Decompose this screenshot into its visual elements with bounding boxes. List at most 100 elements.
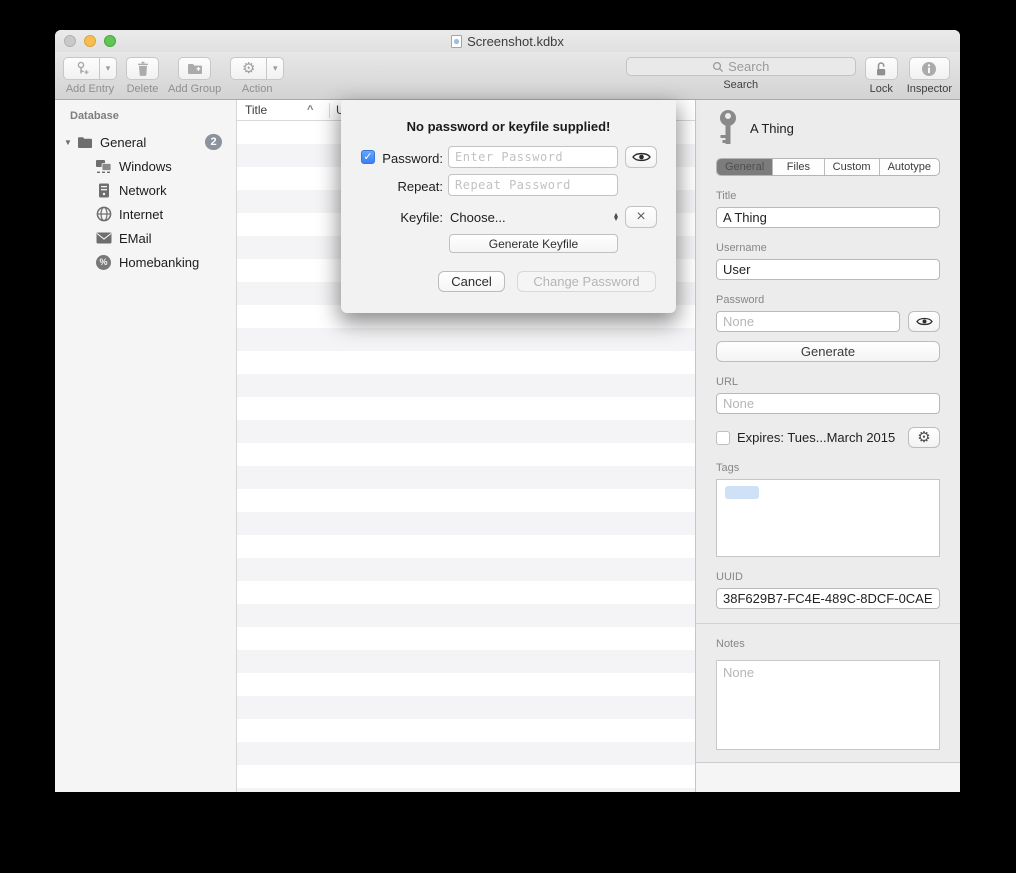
document-icon [451, 35, 462, 48]
app-window: Screenshot.kdbx ▾ Add Entry Delete [55, 30, 960, 792]
entry-title: A Thing [750, 121, 794, 136]
inspector-group: Inspector [907, 57, 952, 95]
sidebar-item-internet[interactable]: Internet [55, 202, 236, 226]
change-password-button[interactable]: Change Password [517, 271, 656, 292]
action-dropdown-button[interactable]: ▾ [267, 57, 284, 80]
generate-password-button[interactable]: Generate [716, 341, 940, 362]
sidebar-item-homebanking[interactable]: % Homebanking [55, 250, 236, 274]
stepper-icon: ▴▾ [614, 213, 618, 222]
add-group-label: Add Group [168, 83, 221, 95]
repeat-password-input[interactable] [448, 174, 618, 196]
repeat-label: Repeat: [341, 179, 443, 194]
add-entry-group: ▾ Add Entry [63, 57, 117, 95]
add-group-button[interactable] [178, 57, 211, 80]
lock-label: Lock [870, 83, 893, 95]
sort-ascending-icon: ^ [307, 104, 323, 116]
uuid-field[interactable] [716, 588, 940, 609]
reveal-password-button[interactable] [908, 311, 940, 332]
tab-autotype[interactable]: Autotype [880, 159, 939, 175]
tab-general[interactable]: General [717, 159, 773, 175]
gear-icon: ⚙ [242, 61, 255, 76]
username-field[interactable] [716, 259, 940, 280]
inspector-tabs: General Files Custom Autotype [716, 158, 940, 176]
uuid-field-label: UUID [716, 571, 940, 583]
inspector-footer [696, 762, 960, 792]
percent-circle-icon: % [95, 254, 112, 271]
lock-button[interactable] [865, 57, 898, 80]
action-button[interactable]: ⚙ [230, 57, 267, 80]
expires-settings-button[interactable]: ⚙ [908, 427, 940, 448]
add-entry-label: Add Entry [66, 83, 114, 95]
folder-plus-icon [187, 62, 203, 76]
notes-field-label: Notes [716, 638, 940, 650]
disclosure-triangle-icon[interactable]: ▼ [60, 138, 76, 147]
window-title-area: Screenshot.kdbx [55, 34, 960, 49]
inspector-button[interactable] [909, 57, 950, 80]
sidebar-group-general[interactable]: ▼ General 2 [55, 130, 236, 154]
folder-icon [76, 134, 93, 151]
inspector-divider [696, 623, 960, 624]
inspector-label: Inspector [907, 83, 952, 95]
search-group: Search Search [626, 57, 856, 91]
chevron-down-icon: ▾ [106, 63, 111, 74]
enter-password-input[interactable] [448, 146, 618, 168]
key-icon [716, 109, 740, 147]
warning-message: No password or keyfile supplied! [341, 119, 676, 134]
action-label: Action [242, 83, 273, 95]
tab-files[interactable]: Files [773, 159, 825, 175]
expires-label: Expires: Tues...March 2015 [737, 430, 895, 445]
clear-keyfile-button[interactable]: × [625, 206, 657, 228]
keyfile-popup[interactable]: Choose... ▴▾ [450, 206, 618, 228]
column-header-title[interactable]: Title [237, 103, 307, 117]
tags-field[interactable] [716, 479, 940, 557]
windows-icon [95, 158, 112, 175]
password-field[interactable] [716, 311, 900, 332]
eye-icon [916, 316, 933, 327]
add-entry-dropdown-button[interactable]: ▾ [100, 57, 117, 80]
action-group: ⚙ ▾ Action [230, 57, 284, 95]
sidebar-item-windows[interactable]: Windows [55, 154, 236, 178]
delete-group: Delete [126, 57, 159, 95]
key-plus-icon [74, 61, 89, 76]
title-bar: Screenshot.kdbx [55, 30, 960, 52]
sidebar-item-label: Internet [119, 207, 163, 222]
add-group-group: Add Group [168, 57, 221, 95]
notes-field[interactable] [716, 660, 940, 750]
add-entry-button[interactable] [63, 57, 100, 80]
url-field[interactable] [716, 393, 940, 414]
delete-button[interactable] [126, 57, 159, 80]
trash-icon [136, 61, 150, 76]
window-title: Screenshot.kdbx [467, 34, 564, 49]
sidebar-item-email[interactable]: EMail [55, 226, 236, 250]
title-field-label: Title [716, 190, 940, 202]
lock-open-icon [874, 61, 888, 77]
expires-checkbox[interactable] [716, 431, 730, 445]
toolbar: ▾ Add Entry Delete Add Group ⚙ ▾ Action [55, 52, 960, 100]
change-password-sheet: No password or keyfile supplied! ✓ Passw… [341, 100, 676, 313]
password-label: Password: [341, 151, 443, 166]
tags-field-label: Tags [716, 462, 940, 474]
sidebar-item-label: EMail [119, 231, 152, 246]
inspector-panel: A Thing General Files Custom Autotype Ti… [695, 100, 960, 792]
envelope-icon [95, 230, 112, 247]
delete-label: Delete [127, 83, 159, 95]
sidebar-group-label: General [100, 135, 146, 150]
sidebar-item-label: Windows [119, 159, 172, 174]
title-field[interactable] [716, 207, 940, 228]
show-password-button[interactable] [625, 146, 657, 168]
search-input[interactable]: Search [626, 57, 856, 76]
sidebar-item-label: Network [119, 183, 167, 198]
tag-token[interactable] [725, 486, 759, 499]
search-icon [712, 61, 724, 73]
password-field-label: Password [716, 294, 940, 306]
keyfile-popup-value: Choose... [450, 210, 506, 225]
generate-keyfile-button[interactable]: Generate Keyfile [449, 234, 618, 253]
chevron-down-icon: ▾ [273, 63, 278, 74]
tab-custom[interactable]: Custom [825, 159, 880, 175]
close-icon: × [636, 209, 645, 225]
server-icon [95, 182, 112, 199]
username-field-label: Username [716, 242, 940, 254]
cancel-button[interactable]: Cancel [438, 271, 505, 292]
lock-group: Lock [865, 57, 898, 95]
sidebar-item-network[interactable]: Network [55, 178, 236, 202]
